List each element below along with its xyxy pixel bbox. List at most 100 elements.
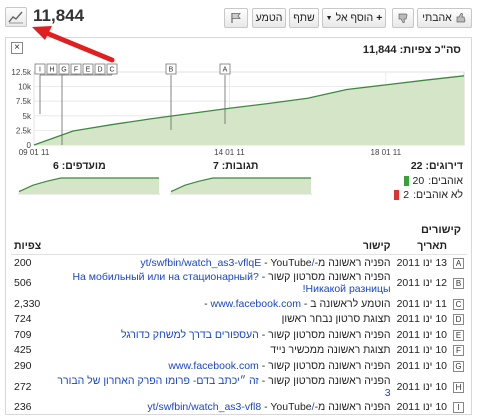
comments-value: 7	[213, 160, 219, 172]
flag-icon	[231, 13, 241, 23]
favorites-summary: מועדפים: 6	[53, 160, 106, 172]
date-cell: 13 ינו 2011	[396, 256, 447, 269]
letter-cell: A	[450, 255, 467, 271]
annotation-label: G	[61, 67, 66, 74]
video-action-bar: 11,844 הטמע שתף + הוסף אל ▼ אהבתי	[0, 0, 477, 34]
statistics-panel: × סה"כ צפיות: 11,844 0 2.5k 5k 7.5k 10k 12.5k…	[5, 37, 472, 415]
y-tick-label: 5k	[23, 112, 32, 121]
views-cell: 425	[14, 344, 32, 357]
dislikes-value: 2	[403, 189, 410, 201]
favorites-label: מועדפים:	[61, 160, 106, 172]
table-row: B 12 ינו 2011 הפניה ראשונה מסרטון קשור - Н…	[11, 270, 467, 296]
annotation-letter: G	[453, 360, 464, 372]
link-description: הפניה ראשונה מסרטון קשור -	[258, 328, 391, 341]
like-button[interactable]: אהבתי	[417, 8, 472, 28]
date-cell: 10 ינו 2011	[396, 313, 447, 326]
views-cell: 290	[14, 359, 32, 372]
dislikes-label: לא אוהבים:	[413, 189, 463, 201]
y-tick-label: 12.5k	[11, 68, 32, 77]
date-cell: 10 ינו 2011	[396, 328, 447, 341]
letter-cell: D	[450, 312, 467, 328]
table-row: E 10 ינו 2011 הפניה ראשונה מסרטון קשור - ה…	[11, 327, 467, 343]
referrer-link[interactable]: העספורים בדרך למשחק כדורגל	[121, 329, 259, 341]
link-cell: הפניה ראשונה מסרטון קשור - На мобильный …	[47, 270, 394, 296]
mini-area	[171, 178, 311, 194]
table-row: F 10 ינו 2011 תצוגת ראשונה ממכשיר נייד 425	[11, 343, 467, 359]
link-cell: הפניה ראשונה מ-/yt/swfbin/watch_as3-vfl8…	[47, 400, 394, 416]
referrer-link[interactable]: www.facebook.com	[168, 360, 258, 372]
link-cell: הפניה ראשונה מסרטון קשור - www.facebook.…	[47, 358, 394, 374]
close-icon[interactable]: ×	[11, 42, 23, 54]
annotation-label: B	[169, 67, 174, 74]
favorites-value: 6	[53, 160, 59, 172]
table-row: I 10 ינו 2011 הפניה ראשונה מ-/yt/swfbin/wa…	[11, 400, 467, 416]
add-to-button[interactable]: + הוסף אל ▼	[322, 8, 386, 28]
thumbs-up-icon	[456, 12, 466, 23]
annotation-letter: C	[453, 298, 464, 310]
dislikes-swatch	[394, 190, 400, 200]
letter-cell: I	[450, 400, 467, 416]
stats-toggle-button[interactable]	[5, 7, 27, 27]
thumbs-down-icon	[398, 13, 408, 24]
annotation-letter: B	[453, 278, 464, 289]
comments-label: תגובות:	[221, 160, 259, 172]
embed-button[interactable]: הטמע	[252, 8, 286, 28]
link-suffix: - YouTube	[261, 401, 312, 414]
link-description: הפניה ראשונה מסרטון קשור -	[258, 359, 391, 372]
flag-button[interactable]	[224, 8, 248, 28]
views-cell: 2,330	[14, 297, 41, 310]
referrer-link[interactable]: www.facebook.com	[211, 298, 301, 310]
ratings-summary: דירוגים: 22	[411, 160, 463, 172]
likes-swatch	[403, 176, 409, 186]
link-description: תצוגת ראשונה ממכשיר נייד	[270, 344, 391, 357]
date-column-header: תאריך	[393, 238, 450, 255]
likes-label: אוהבים:	[428, 175, 463, 187]
comments-summary: תגובות: 7	[213, 160, 258, 172]
letter-cell: B	[450, 270, 467, 296]
link-cell: הפניה ראשונה מסרטון קשור - זה ״יכתב בדם-…	[47, 374, 394, 400]
annotation-label: C	[109, 67, 114, 74]
link-description: הפניה ראשונה מסרטון קשור -	[258, 374, 391, 387]
total-views-value: 11,844	[362, 44, 397, 56]
annotation-label: A	[223, 67, 228, 74]
y-tick-label: 2.5k	[16, 126, 32, 135]
views-cell: 506	[14, 277, 32, 289]
letter-cell: G	[450, 358, 467, 374]
share-button[interactable]: שתף	[289, 8, 319, 28]
annotation-letter: A	[453, 257, 464, 269]
likes-legend: אוהבים: 20	[403, 175, 463, 187]
stats-summary: מועדפים: 6 תגובות: 7 דירוגים: 22 אוהבים:…	[6, 158, 473, 218]
table-row: D 10 ינו 2011 תצוגת סרטון נבחר ראשון 724	[11, 312, 467, 328]
dislike-button[interactable]	[392, 8, 414, 28]
chart-icon	[8, 11, 23, 24]
y-tick-label: 7.5k	[16, 97, 32, 106]
link-description: הפניה ראשונה מסרטון קשור -	[258, 271, 391, 283]
favorites-mini-chart	[18, 177, 160, 195]
letter-cell: C	[450, 296, 467, 312]
dislikes-legend: לא אוהבים: 2	[394, 189, 463, 201]
x-tick-label: 09 01 11	[19, 148, 50, 157]
link-cell: תצוגת ראשונה ממכשיר נייד	[47, 343, 394, 359]
annotation-letter: I	[453, 402, 464, 414]
annotation-label: I	[39, 67, 41, 74]
add-icon: +	[376, 12, 383, 24]
dropdown-arrow-icon: ▼	[325, 14, 333, 22]
link-description: הפניה ראשונה מ-	[314, 256, 391, 269]
annotation-letter: E	[453, 329, 464, 341]
link-cell: תצוגת סרטון נבחר ראשון	[47, 312, 394, 328]
like-label: אהבתי	[422, 12, 452, 24]
date-cell: 10 ינו 2011	[396, 380, 447, 393]
views-cell: 709	[14, 328, 32, 341]
date-cell: 11 ינו 2011	[396, 297, 447, 310]
letter-cell: F	[450, 343, 467, 359]
annotation-label: E	[86, 67, 91, 74]
annotation-label: F	[74, 67, 78, 74]
link-suffix: - YouTube	[261, 256, 312, 269]
link-description: הוטמע לראשונה ב -	[300, 297, 391, 310]
date-cell: 10 ינו 2011	[396, 344, 447, 357]
link-description: הפניה ראשונה מ-	[314, 401, 391, 414]
views-cell: 200	[14, 256, 32, 269]
x-tick-label: 18 01 11	[371, 148, 402, 157]
annotation-letter: H	[453, 381, 464, 393]
ratings-label: דירוגים:	[425, 160, 463, 172]
